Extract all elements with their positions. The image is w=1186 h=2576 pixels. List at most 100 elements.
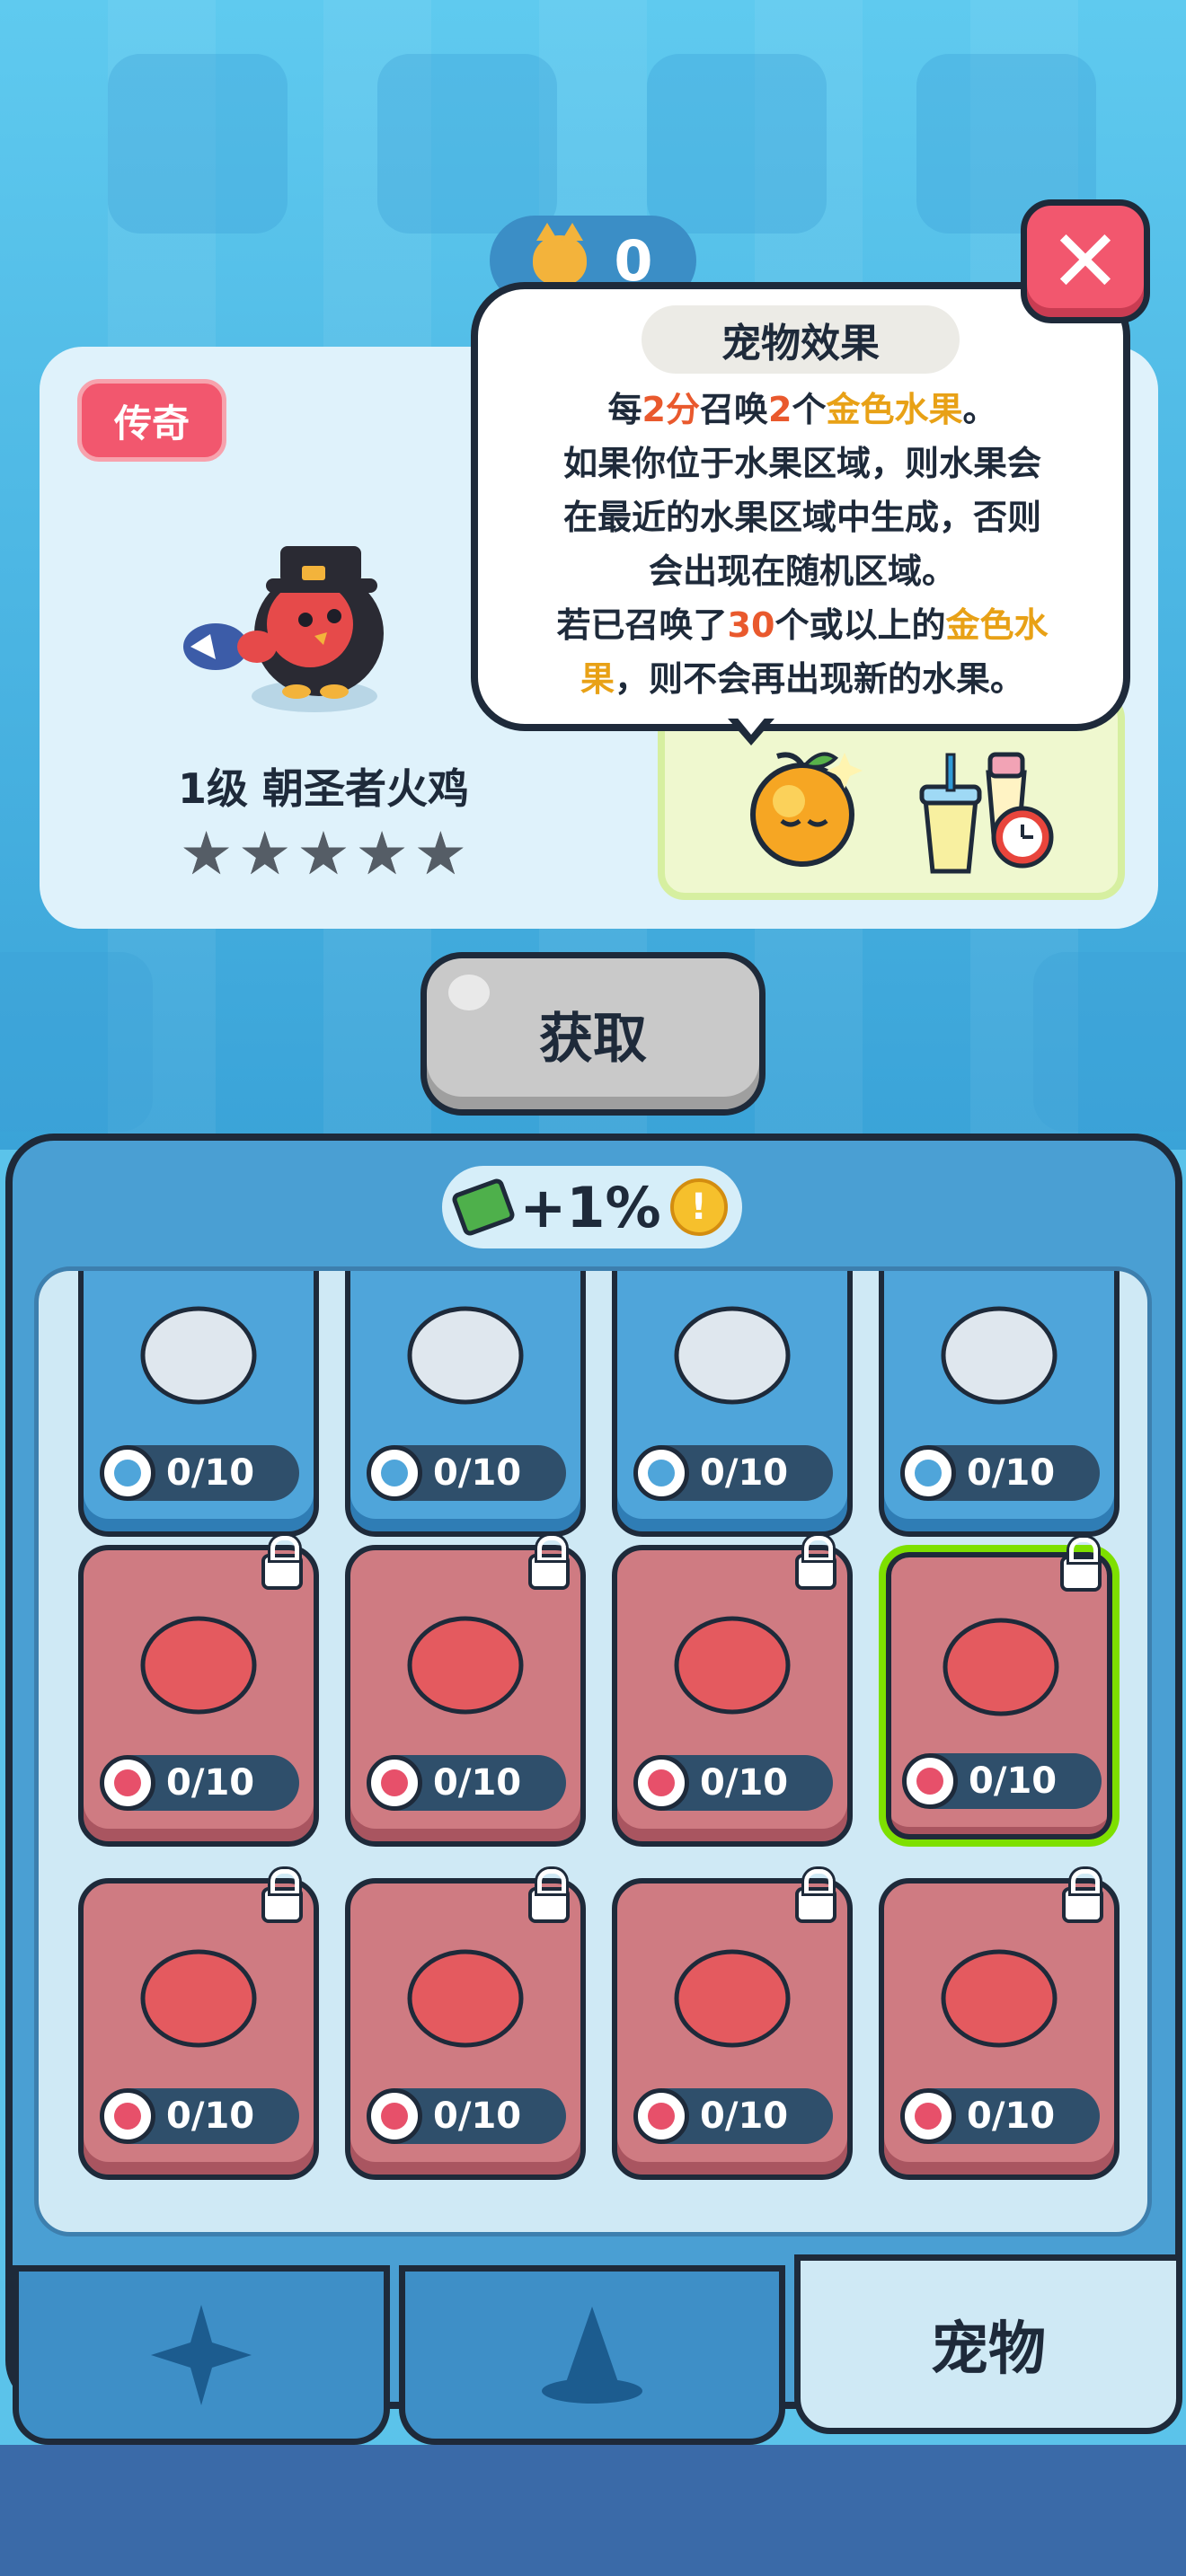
lock-icon bbox=[795, 1536, 836, 1590]
bottom-background bbox=[0, 2445, 1186, 2576]
pet-slot[interactable]: 0/10 bbox=[78, 1271, 319, 1537]
collection-progress: 0/10 bbox=[633, 1445, 833, 1501]
collection-progress: 0/10 bbox=[367, 1755, 566, 1811]
collection-count: 0/10 bbox=[700, 2095, 789, 2137]
pet-sprite bbox=[943, 1618, 1059, 1716]
element-badge-icon bbox=[100, 2088, 155, 2144]
element-badge-icon bbox=[633, 2088, 689, 2144]
star-icon: ★ bbox=[180, 819, 234, 888]
pet-slot[interactable]: 0/10 bbox=[612, 1536, 853, 1847]
button-shine bbox=[448, 975, 490, 1010]
collection-progress: 0/10 bbox=[633, 1755, 833, 1811]
collection-count: 0/10 bbox=[969, 1760, 1058, 1802]
pet-slot[interactable]: 0/10 bbox=[345, 1869, 586, 2180]
pet-slot[interactable]: 0/10 bbox=[879, 1869, 1120, 2180]
star-icon: ★ bbox=[355, 819, 409, 888]
element-badge-icon bbox=[367, 1445, 422, 1501]
pet-slot[interactable]: 0/10 bbox=[78, 1869, 319, 2180]
collection-progress: 0/10 bbox=[633, 2088, 833, 2144]
tooltip-line: 若已召唤了30个或以上的金色水 bbox=[556, 605, 1049, 645]
star-rating: ★ ★ ★ ★ ★ bbox=[180, 825, 467, 884]
drink-timer-icon bbox=[919, 752, 1054, 874]
collection-count: 0/10 bbox=[700, 1452, 789, 1494]
pet-sprite bbox=[674, 1616, 791, 1715]
bonus-pill: +1% ! bbox=[442, 1166, 742, 1248]
collection-count: 0/10 bbox=[166, 1762, 255, 1804]
collection-progress: 0/10 bbox=[900, 2088, 1100, 2144]
pet-slot[interactable]: 0/10 bbox=[612, 1869, 853, 2180]
star-icon: ★ bbox=[296, 819, 350, 888]
tab-abilities[interactable] bbox=[13, 2265, 390, 2445]
element-badge-icon bbox=[100, 1445, 155, 1501]
lock-icon bbox=[1060, 1538, 1102, 1592]
tooltip-body: 每2分召唤2个金色水果。 如果你位于水果区域，则水果会 在最近的水果区域中生成，… bbox=[503, 383, 1102, 706]
lock-icon bbox=[261, 1536, 303, 1590]
pet-sprite bbox=[674, 1306, 791, 1405]
cat-face-icon bbox=[533, 223, 588, 286]
pet-slot[interactable]: 0/10 bbox=[879, 1271, 1120, 1537]
pilgrim-turkey-sprite bbox=[183, 546, 384, 712]
star-icon: ★ bbox=[238, 819, 292, 888]
pet-sprite bbox=[140, 1949, 257, 2048]
tooltip-tail-inner bbox=[735, 715, 767, 735]
element-badge-icon bbox=[367, 1755, 422, 1811]
tooltip-line: 在最近的水果区域中生成，否则 bbox=[562, 498, 1041, 537]
pet-sprite bbox=[941, 1949, 1058, 2048]
bg-tile bbox=[0, 952, 153, 1132]
collection-count: 0/10 bbox=[166, 1452, 255, 1494]
pet-slot[interactable]: 0/10 bbox=[345, 1271, 586, 1537]
star-icon: ★ bbox=[413, 819, 467, 888]
golden-fruit-icon bbox=[750, 752, 863, 867]
get-button-label: 获取 bbox=[539, 1007, 647, 1071]
element-badge-icon bbox=[633, 1445, 689, 1501]
tooltip-line: 果，则不会再出现新的水果。 bbox=[580, 659, 1025, 699]
element-badge-icon bbox=[367, 2088, 422, 2144]
lock-icon bbox=[795, 1869, 836, 1923]
collection-progress: 0/10 bbox=[100, 1445, 299, 1501]
collection-progress: 0/10 bbox=[100, 2088, 299, 2144]
pet-sprite bbox=[407, 1949, 524, 2048]
collection-count: 0/10 bbox=[433, 1452, 522, 1494]
collection-count: 0/10 bbox=[967, 2095, 1056, 2137]
pet-grid[interactable]: 0/10 0/10 0/10 0/10 0/10 0/10 0/10 0/10 0/10 0/10… bbox=[34, 1266, 1152, 2236]
element-badge-icon bbox=[100, 1755, 155, 1811]
pet-slot[interactable]: 0/10 bbox=[345, 1536, 586, 1847]
tooltip-line: 每2分召唤2个金色水果。 bbox=[607, 390, 997, 429]
lock-icon bbox=[261, 1869, 303, 1923]
pet-sprite bbox=[140, 1306, 257, 1405]
pet-sprite bbox=[941, 1306, 1058, 1405]
pet-slot[interactable]: 0/10 bbox=[78, 1536, 319, 1847]
collection-count: 0/10 bbox=[166, 2095, 255, 2137]
bg-tile bbox=[108, 54, 288, 234]
tooltip-line: 如果你位于水果区域，则水果会 bbox=[562, 444, 1041, 483]
bg-tile bbox=[1033, 952, 1186, 1132]
rarity-badge: 传奇 bbox=[77, 379, 226, 462]
collection-count: 0/10 bbox=[433, 1762, 522, 1804]
collection-progress: 0/10 bbox=[100, 1755, 299, 1811]
pet-slot[interactable]: 0/10 bbox=[879, 1538, 1120, 1847]
bonus-text: +1% bbox=[519, 1174, 661, 1240]
pet-sprite bbox=[674, 1949, 791, 2048]
close-icon: ✕ bbox=[1049, 211, 1122, 312]
collection-count: 0/10 bbox=[967, 1452, 1056, 1494]
close-button[interactable]: ✕ bbox=[1021, 199, 1150, 323]
pet-slot[interactable]: 0/10 bbox=[612, 1271, 853, 1537]
tab-wizard[interactable] bbox=[399, 2265, 785, 2445]
pet-sprite bbox=[407, 1306, 524, 1405]
pet-sprite bbox=[407, 1616, 524, 1715]
tooltip-line: 会出现在随机区域。 bbox=[648, 551, 956, 591]
lock-icon bbox=[528, 1536, 570, 1590]
element-badge-icon bbox=[902, 1753, 958, 1809]
element-badge-icon bbox=[633, 1755, 689, 1811]
collection-count: 0/10 bbox=[433, 2095, 522, 2137]
element-badge-icon bbox=[900, 2088, 956, 2144]
info-icon[interactable]: ! bbox=[669, 1178, 728, 1236]
lock-icon bbox=[1062, 1869, 1103, 1923]
get-button[interactable]: 获取 bbox=[420, 952, 766, 1116]
bg-tile bbox=[377, 54, 557, 234]
tab-pets[interactable]: 宠物 bbox=[794, 2254, 1182, 2434]
tooltip-title: 宠物效果 bbox=[642, 305, 960, 374]
collection-progress: 0/10 bbox=[900, 1445, 1100, 1501]
collection-progress: 0/10 bbox=[367, 2088, 566, 2144]
pet-name: 1级 朝圣者火鸡 bbox=[177, 764, 470, 813]
